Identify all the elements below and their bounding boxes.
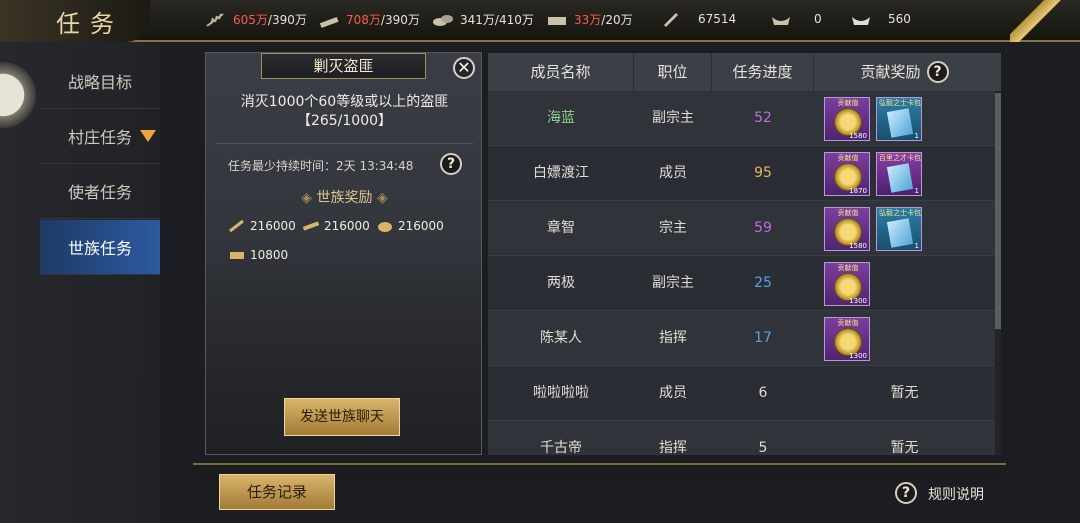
title-badge: 任务 [0,0,150,42]
resource-grain[interactable]: 605万/390万 [205,11,307,28]
sidebar: 战略目标 村庄任务 使者任务 世族任务 [0,42,160,523]
page-title: 任务 [56,10,124,38]
reward-grain: 216000 [228,219,296,233]
header-progress: 任务进度 [712,53,814,91]
grain-icon [229,219,244,233]
reward-cell: 贡献值 1580 弘毅之士卡包 1 [814,201,995,256]
sidebar-item-envoy[interactable]: 使者任务 [40,164,160,219]
contribution-coin-icon[interactable]: 贡献值 1580 [824,96,870,141]
resource-iron[interactable]: 33万/20万 [546,11,633,28]
top-bar: 任务 605万/390万 708万/390万 341万/410万 33万/20万… [0,0,1080,42]
rules-help-icon[interactable]: ? [895,482,917,504]
gold-ingot-icon [772,17,790,25]
card-pack-icon[interactable]: 弘毅之士卡包 1 [876,206,922,251]
reward-title: ◈ 世族奖励 ◈ [301,190,388,206]
divider [216,143,473,144]
task-detail-panel: 剿灭盗匪 ✕ 消灭1000个60等级或以上的盗匪 【265/1000】 任务最少… [205,52,482,455]
header-role: 职位 [634,53,712,91]
task-duration: 任务最少持续时间：2天 13:34:48 [228,159,414,173]
help-icon[interactable]: ? [440,153,462,175]
table-row[interactable]: 白嫖渡江 成员 95 贡献值 1870 百里之才卡包 1 [488,146,995,201]
wood-icon [319,16,339,28]
resource-order[interactable]: 67514 [660,11,736,27]
reward-iron: 10800 [228,248,288,262]
clan-emblem-icon [0,62,36,128]
card-pack-icon[interactable]: 弘毅之士卡包 1 [876,96,922,141]
silver-ingot-icon [852,17,870,25]
contribution-coin-icon[interactable]: 贡献值 1870 [824,151,870,196]
iron-icon [230,252,244,259]
contribution-coin-icon[interactable]: 贡献值 1300 [824,261,870,306]
sidebar-item-clan[interactable]: 世族任务 [40,220,160,275]
card-pack-icon[interactable]: 百里之才卡包 1 [876,151,922,196]
sidebar-item-strategy[interactable]: 战略目标 [40,54,160,109]
table-row[interactable]: 啦啦啦啦 成员 6 暂无 [488,366,995,421]
reward-cell: 贡献值 1300 [814,311,995,366]
iron-icon [548,16,566,25]
resource-stone[interactable]: 341万/410万 [432,11,534,28]
table-row[interactable]: 两极 副宗主 25 贡献值 1300 [488,256,995,311]
rules-link[interactable]: 规则说明 [928,484,984,504]
table-row[interactable]: 海蓝 副宗主 52 贡献值 1580 弘毅之士卡包 1 [488,91,995,146]
header-member-name: 成员名称 [488,53,634,91]
reward-cell: 贡献值 1580 弘毅之士卡包 1 [814,91,995,146]
reward-wood: 216000 [302,219,370,233]
wood-icon [302,221,320,231]
table-scroll-thumb[interactable] [995,93,1001,329]
reward-none: 暂无 [890,440,919,455]
table-row[interactable]: 陈某人 指挥 17 贡献值 1300 [488,311,995,366]
dropdown-triangle-icon [140,130,157,142]
task-name: 剿灭盗匪 [261,53,426,79]
resource-silver-ingot[interactable]: 560 [850,11,911,27]
reward-stone: 216000 [376,219,444,233]
corner-ornament [1010,0,1080,42]
order-icon [664,13,678,27]
contribution-coin-icon[interactable]: 贡献值 1580 [824,206,870,251]
help-icon[interactable]: ? [926,61,949,83]
contribution-coin-icon[interactable]: 贡献值 1300 [824,316,870,361]
close-icon[interactable]: ✕ [453,57,475,79]
grain-icon [206,12,224,27]
table-header: 成员名称 职位 任务进度 贡献奖励 ? [488,53,1001,91]
resource-gold-ingot[interactable]: 0 [770,11,822,27]
sidebar-item-village[interactable]: 村庄任务 [40,109,160,164]
table-row[interactable]: 千古帝 指挥 5 暂无 [488,421,995,455]
resource-wood[interactable]: 708万/390万 [318,11,420,28]
reward-cell: 贡献值 1300 [814,256,995,311]
reward-none: 暂无 [890,385,919,401]
table-row[interactable]: 章智 宗主 59 贡献值 1580 弘毅之士卡包 1 [488,201,995,256]
header-reward: 贡献奖励 ? [814,53,995,91]
send-clan-chat-button[interactable]: 发送世族聊天 [284,398,400,436]
stone-icon [433,14,453,26]
stone-icon [378,222,392,232]
reward-cell: 贡献值 1870 百里之才卡包 1 [814,146,995,201]
task-record-button[interactable]: 任务记录 [219,474,335,510]
task-description: 消灭1000个60等级或以上的盗匪 【265/1000】 [240,94,449,129]
member-table: 成员名称 职位 任务进度 贡献奖励 ? 海蓝 副宗主 52 贡献值 1580 弘… [488,53,1001,455]
